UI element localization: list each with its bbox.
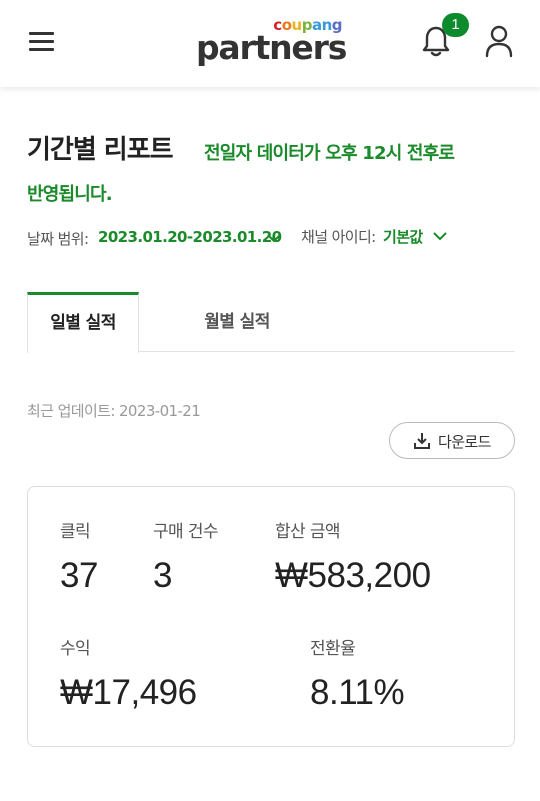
top-header: coupang partners 1 [0,0,540,87]
chevron-down-icon[interactable] [266,232,282,244]
coupang-partners-logo[interactable]: coupang partners [196,16,347,72]
date-range-select[interactable]: 2023.01.20-2023.01.20 [98,228,282,246]
chevron-down-icon[interactable] [432,230,448,242]
purchases-label: 구매 건수 [153,522,219,542]
user-icon[interactable] [484,24,514,58]
conversion-rate-value: 8.11% [310,673,405,712]
tab-daily[interactable]: 일별 실적 [27,292,139,353]
total-amount-label: 합산 금액 [275,522,341,542]
clicks-value: 37 [60,556,98,595]
notification-count-badge: 1 [442,13,469,37]
conversion-rate-label: 전환율 [310,639,356,659]
revenue-label: 수익 [60,639,91,659]
total-amount-value: ₩583,200 [275,556,431,595]
data-notice-line-2: 반영됩니다. [27,184,113,205]
data-notice-line-1: 전일자 데이터가 오후 12시 전후로 [204,143,455,164]
tab-monthly[interactable]: 월별 실적 [167,292,307,352]
channel-id-label: 채널 아이디: [301,228,376,246]
download-label: 다운로드 [438,433,491,451]
download-icon [414,433,430,449]
performance-summary-card: 클릭 37 구매 건수 3 합산 금액 ₩583,200 수익 ₩17,496 … [27,486,515,747]
last-updated-text: 최근 업데이트: 2023-01-21 [27,402,201,420]
channel-id-select[interactable]: 기본값 [383,226,423,247]
report-tabs: 일별 실적 월별 실적 [27,292,515,353]
page-title: 기간별 리포트 [27,135,174,165]
revenue-value: ₩17,496 [60,673,197,712]
purchases-value: 3 [153,556,172,595]
date-range-label: 날짜 범위: [27,230,89,248]
hamburger-icon[interactable] [27,30,57,54]
logo-partners-text: partners [196,28,347,67]
download-button[interactable]: 다운로드 [389,422,515,459]
clicks-label: 클릭 [60,522,91,542]
